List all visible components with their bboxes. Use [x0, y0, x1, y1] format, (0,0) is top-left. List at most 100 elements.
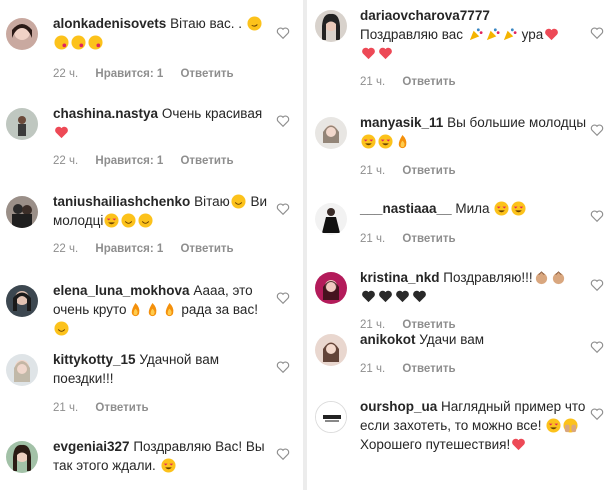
smirk-emoji-icon — [247, 16, 262, 31]
comment-username[interactable]: kittykotty_15 — [53, 352, 136, 367]
like-heart-icon[interactable] — [590, 340, 604, 354]
avatar[interactable] — [6, 354, 38, 386]
heart-eyes-emoji-icon — [104, 213, 119, 228]
comment-username[interactable]: alonkadenisovets — [53, 16, 166, 31]
comment-username[interactable]: taniushailiashchenko — [53, 194, 190, 209]
smile-emoji-icon — [231, 194, 246, 209]
like-heart-icon[interactable] — [276, 447, 290, 461]
comment-body: chashina.nastya Очень красивая — [53, 104, 276, 142]
reply-button[interactable]: Ответить — [180, 155, 233, 167]
avatar[interactable] — [6, 441, 38, 473]
comment-username[interactable]: ourshop_ua — [360, 399, 437, 414]
heart-eyes-emoji-icon — [546, 418, 561, 433]
likes-count[interactable]: Нравится: 1 — [95, 68, 163, 80]
comment-text: Поздравляю!!! — [443, 270, 533, 285]
red-heart-icon — [511, 437, 526, 452]
reply-button[interactable]: Ответить — [402, 363, 455, 375]
clap-icon — [551, 270, 566, 285]
comment-body: kristina_nkd Поздравляю!!! — [360, 268, 590, 306]
party-popper-icon — [502, 27, 517, 42]
black-heart-icon — [412, 289, 427, 304]
comment-text-continued: Хорошего путешествия! — [360, 437, 511, 452]
smile-emoji-icon — [121, 213, 136, 228]
comment-meta: 21 ч. Ответить — [360, 233, 470, 245]
heart-eyes-emoji-icon — [511, 201, 526, 216]
comment-username[interactable]: kristina_nkd — [360, 270, 440, 285]
comment-username[interactable]: manyasik_11 — [360, 115, 443, 130]
heart-eyes-emoji-icon — [361, 134, 376, 149]
comment-time: 21 ч. — [360, 76, 386, 88]
comment-text: Очень красивая — [161, 106, 263, 121]
reply-button[interactable]: Ответить — [180, 243, 233, 255]
party-popper-icon — [485, 27, 500, 42]
black-heart-icon — [395, 289, 410, 304]
comment-meta: 21 ч. Ответить — [360, 165, 470, 177]
reply-button[interactable]: Ответить — [180, 68, 233, 80]
avatar[interactable] — [315, 272, 347, 304]
comment-body: manyasik_11 Вы большие молодцы — [360, 113, 590, 151]
party-popper-icon — [468, 27, 483, 42]
reply-button[interactable]: Ответить — [402, 76, 455, 88]
comment-body: anikokot Удачи вам — [360, 330, 590, 349]
like-heart-icon[interactable] — [590, 26, 604, 40]
comment-body: ___nastiaaa__ Мила — [360, 199, 590, 218]
black-heart-icon — [378, 289, 393, 304]
comment-username[interactable]: dariaovcharova7777 — [360, 8, 490, 23]
comment-meta: 21 ч. Ответить — [53, 402, 163, 414]
comment-text: Поздравляю вас — [360, 27, 464, 42]
comment-username[interactable]: evgeniai327 — [53, 439, 130, 454]
fire-icon — [162, 302, 177, 317]
like-heart-icon[interactable] — [590, 407, 604, 421]
like-heart-icon[interactable] — [590, 209, 604, 223]
kiss-emoji-icon — [54, 35, 69, 50]
avatar[interactable] — [6, 285, 38, 317]
comment-body: dariaovcharova7777 Поздравляю вас ура — [360, 6, 590, 63]
avatar[interactable] — [6, 18, 38, 50]
comment-text: Удачи вам — [419, 332, 485, 347]
comment-username[interactable]: ___nastiaaa__ — [360, 201, 452, 216]
like-heart-icon[interactable] — [590, 123, 604, 137]
comment-text-continued: ура — [521, 27, 544, 42]
like-heart-icon[interactable] — [276, 26, 290, 40]
comment-body: ourshop_ua Наглядный пример что если зах… — [360, 397, 590, 454]
comment-username[interactable]: chashina.nastya — [53, 106, 158, 121]
fire-icon — [145, 302, 160, 317]
like-heart-icon[interactable] — [276, 360, 290, 374]
avatar[interactable] — [315, 10, 347, 42]
comments-column-right: dariaovcharova7777 Поздравляю вас ура 21… — [307, 0, 614, 490]
reply-button[interactable]: Ответить — [402, 233, 455, 245]
avatar[interactable] — [6, 108, 38, 140]
red-heart-icon — [378, 46, 393, 61]
like-heart-icon[interactable] — [276, 202, 290, 216]
like-heart-icon[interactable] — [276, 114, 290, 128]
like-heart-icon[interactable] — [590, 278, 604, 292]
comment-username[interactable]: anikokot — [360, 332, 416, 347]
comment-time: 22 ч. — [53, 155, 79, 167]
black-heart-icon — [361, 289, 376, 304]
fire-icon — [395, 134, 410, 149]
red-heart-icon — [54, 125, 69, 140]
comment-time: 21 ч. — [53, 402, 79, 414]
comment-text: Вітаю вас. . — [170, 16, 243, 31]
kiss-emoji-icon — [88, 35, 103, 50]
reply-button[interactable]: Ответить — [402, 165, 455, 177]
likes-count[interactable]: Нравится: 1 — [95, 243, 163, 255]
likes-count[interactable]: Нравится: 1 — [95, 155, 163, 167]
comment-body: elena_luna_mokhova Аааа, это очень круто… — [53, 281, 276, 338]
comment-text: Вы большие молодцы — [447, 115, 587, 130]
avatar[interactable] — [6, 196, 38, 228]
comment-body: kittykotty_15 Удачной вам поездки!!! — [53, 350, 276, 388]
comment-meta: 22 ч. Нравится: 1 Ответить — [53, 155, 248, 167]
heart-eyes-emoji-icon — [161, 458, 176, 473]
comment-time: 21 ч. — [360, 165, 386, 177]
avatar[interactable] — [315, 334, 347, 366]
reply-button[interactable]: Ответить — [95, 402, 148, 414]
heart-eyes-emoji-icon — [494, 201, 509, 216]
avatar[interactable] — [315, 401, 347, 433]
avatar[interactable] — [315, 117, 347, 149]
comment-body: evgeniai327 Поздравляю Вас! Вы так этого… — [53, 437, 276, 475]
comment-meta: 22 ч. Нравится: 1 Ответить — [53, 68, 248, 80]
avatar[interactable] — [315, 203, 347, 235]
comment-username[interactable]: elena_luna_mokhova — [53, 283, 190, 298]
like-heart-icon[interactable] — [276, 291, 290, 305]
